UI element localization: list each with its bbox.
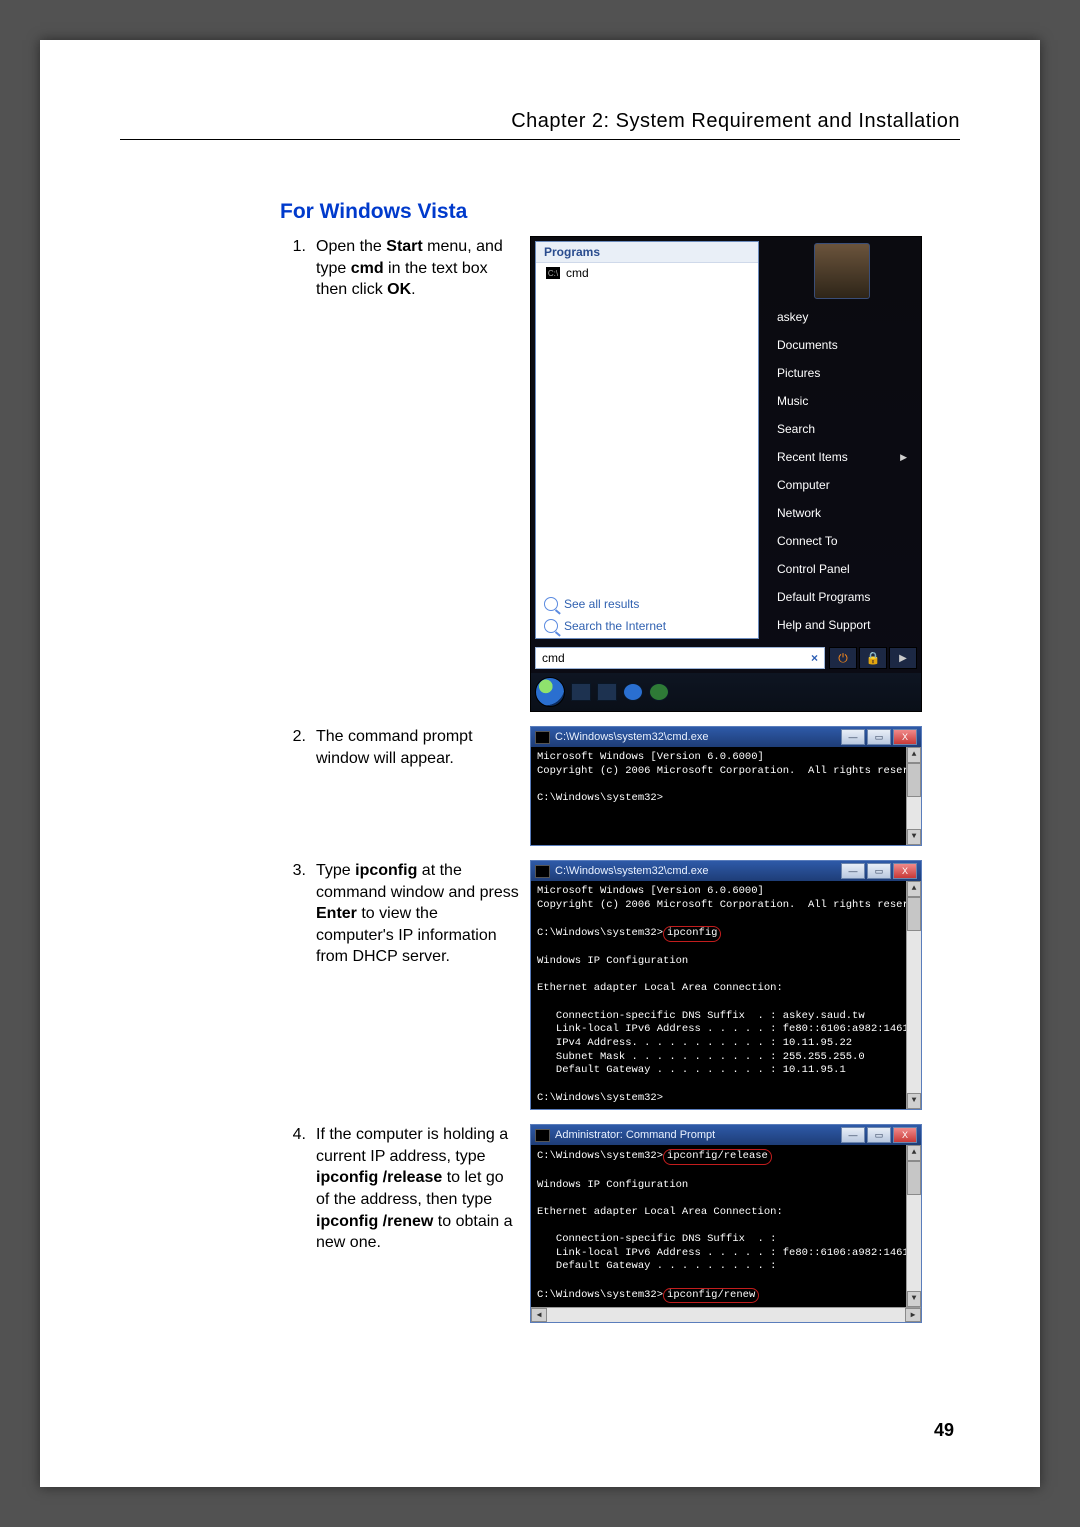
highlight-release: ipconfig/release [663,1149,772,1165]
close-button[interactable]: X [893,1127,917,1143]
start-search-input[interactable]: cmd × [535,647,825,669]
step-body: Type ipconfig at the command window and … [316,860,520,968]
console-icon [535,1129,550,1142]
start-orb-icon[interactable] [535,677,565,707]
minimize-button[interactable]: — [841,729,865,745]
power-button[interactable]: ⏻ [829,647,857,669]
page-number: 49 [934,1420,954,1441]
step-number: 3. [280,860,316,968]
chapter-header: Chapter 2: System Requirement and Instal… [120,110,960,133]
console-icon: C:\ [546,267,560,279]
nav-connect-to[interactable]: Connect To [767,527,917,555]
vertical-scrollbar[interactable]: ▲ ▼ [906,881,921,1109]
nav-search[interactable]: Search [767,415,917,443]
step-body: If the computer is holding a current IP … [316,1124,520,1254]
taskbar-icon[interactable] [597,683,617,701]
vertical-scrollbar[interactable]: ▲ ▼ [906,1145,921,1307]
console-icon [535,865,550,878]
chevron-right-icon: ▶ [900,452,907,463]
window-title: C:\Windows\system32\cmd.exe [555,731,708,743]
cmd-window-release-renew: Administrator: Command Prompt — ▭ X C:\W… [530,1124,922,1323]
start-menu-left-pane: Programs C:\ cmd See all results [535,241,759,639]
window-titlebar: C:\Windows\system32\cmd.exe — ▭ X [531,727,921,747]
cmd-output: Microsoft Windows [Version 6.0.6000] Cop… [531,747,921,845]
section-title: For Windows Vista [280,200,960,224]
nav-computer[interactable]: Computer [767,471,917,499]
header-rule [120,139,960,140]
program-item-label: cmd [566,266,589,280]
maximize-button[interactable]: ▭ [867,863,891,879]
vertical-scrollbar[interactable]: ▲ ▼ [906,747,921,845]
nav-help-support[interactable]: Help and Support [767,611,917,639]
step-2: 2. The command prompt window will appear… [280,726,960,846]
nav-music[interactable]: Music [767,387,917,415]
search-input-value: cmd [542,651,565,665]
media-icon[interactable] [649,683,669,701]
nav-network[interactable]: Network [767,499,917,527]
search-icon [544,619,558,633]
nav-default-programs[interactable]: Default Programs [767,583,917,611]
lock-button[interactable]: 🔒 [859,647,887,669]
step-body: The command prompt window will appear. [316,726,520,769]
search-the-internet[interactable]: Search the Internet [536,615,758,637]
horizontal-scrollbar[interactable]: ◀▶ [531,1307,921,1322]
maximize-button[interactable]: ▭ [867,1127,891,1143]
start-menu-right-pane: askey Documents Pictures Music Search Re… [763,237,921,643]
programs-header: Programs [536,242,758,263]
power-icon: ⏻ [838,651,848,666]
nav-control-panel[interactable]: Control Panel [767,555,917,583]
nav-documents[interactable]: Documents [767,331,917,359]
window-title: C:\Windows\system32\cmd.exe [555,865,708,877]
step-4: 4. If the computer is holding a current … [280,1124,960,1323]
ie-icon[interactable] [623,683,643,701]
user-avatar [814,243,870,299]
see-all-results[interactable]: See all results [536,593,758,615]
highlight-renew: ipconfig/renew [663,1288,759,1304]
nav-recent-items[interactable]: Recent Items▶ [767,443,917,471]
cmd-window-initial: C:\Windows\system32\cmd.exe — ▭ X Micros… [530,726,922,846]
step-number: 4. [280,1124,316,1254]
clear-search-icon[interactable]: × [811,651,818,665]
maximize-button[interactable]: ▭ [867,729,891,745]
step-body: Open the Start menu, and type cmd in the… [316,236,520,301]
vista-start-menu: Programs C:\ cmd See all results [530,236,922,712]
window-title: Administrator: Command Prompt [555,1129,715,1141]
close-button[interactable]: X [893,729,917,745]
user-name[interactable]: askey [767,303,917,331]
step-3: 3. Type ipconfig at the command window a… [280,860,960,1110]
shutdown-options-button[interactable]: ▶ [889,647,917,669]
taskbar-icon[interactable] [571,683,591,701]
lock-icon: 🔒 [866,651,881,665]
close-button[interactable]: X [893,863,917,879]
program-item-cmd[interactable]: C:\ cmd [536,263,758,283]
step-number: 2. [280,726,316,769]
minimize-button[interactable]: — [841,863,865,879]
cmd-window-ipconfig: C:\Windows\system32\cmd.exe — ▭ X Micros… [530,860,922,1110]
minimize-button[interactable]: — [841,1127,865,1143]
cmd-output: Microsoft Windows [Version 6.0.6000] Cop… [531,881,921,1109]
nav-pictures[interactable]: Pictures [767,359,917,387]
highlight-ipconfig: ipconfig [663,926,721,942]
chevron-right-icon: ▶ [899,653,907,664]
cmd-output: C:\Windows\system32>ipconfig/release Win… [531,1145,921,1307]
step-1: 1. Open the Start menu, and type cmd in … [280,236,960,712]
search-icon [544,597,558,611]
window-titlebar: Administrator: Command Prompt — ▭ X [531,1125,921,1145]
step-number: 1. [280,236,316,301]
window-titlebar: C:\Windows\system32\cmd.exe — ▭ X [531,861,921,881]
console-icon [535,731,550,744]
taskbar [531,673,921,711]
